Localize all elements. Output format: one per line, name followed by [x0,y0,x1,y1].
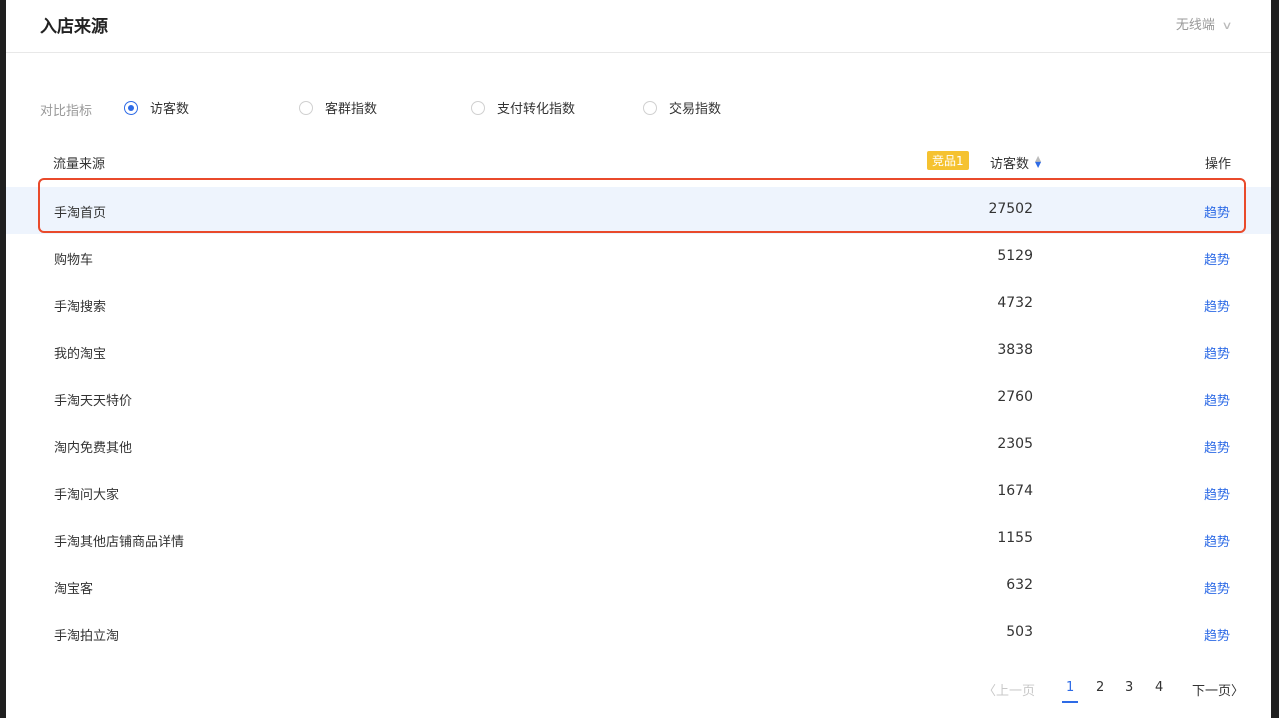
device-select[interactable]: 无线端 ∨ [1175,14,1233,33]
row-source: 手淘首页 [54,206,107,221]
row-visitors: 1674 [997,483,1033,499]
row-visitors: 5129 [997,248,1033,264]
panel-header: 入店来源 无线端 ∨ [6,0,1271,53]
traffic-source-table: 手淘首页 27502 趋势 购物车 5129 趋势 手淘搜索 4732 趋势 我… [6,187,1271,657]
trend-link[interactable]: 趋势 [1204,296,1230,315]
page-3-button[interactable]: 3 [1125,680,1133,695]
table-row: 淘内免费其他 2305 趋势 [6,422,1271,469]
row-source: 我的淘宝 [54,347,107,362]
table-row: 手淘搜索 4732 趋势 [6,281,1271,328]
row-visitors: 27502 [988,201,1033,217]
radio-icon [643,100,657,115]
table-row: 手淘其他店铺商品详情 1155 趋势 [6,516,1271,563]
table-row: 手淘首页 27502 趋势 [6,187,1271,234]
trend-link[interactable]: 趋势 [1204,390,1230,409]
row-visitors: 2305 [997,436,1033,452]
row-source: 手淘天天特价 [54,394,133,409]
metric-option-visitors[interactable]: 访客数 [124,98,189,117]
trend-link[interactable]: 趋势 [1204,625,1230,644]
trend-link[interactable]: 趋势 [1204,578,1230,597]
radio-icon [299,100,313,115]
row-visitors: 503 [1006,624,1033,640]
trend-link[interactable]: 趋势 [1204,343,1230,362]
table-row: 淘宝客 632 趋势 [6,563,1271,610]
trend-link[interactable]: 趋势 [1204,484,1230,503]
competitor-badge: 竞品1 [927,151,969,170]
row-source: 淘内免费其他 [54,441,133,456]
prev-page-button[interactable]: 〈上一页 [983,680,1035,699]
chevron-down-icon: ∨ [1221,19,1233,32]
metric-option-label: 访客数 [150,102,190,117]
device-select-label: 无线端 [1175,18,1215,33]
row-visitors: 4732 [997,295,1033,311]
metric-option-label: 支付转化指数 [497,102,576,117]
table-header: 流量来源 竞品1 访客数 ▲ ▼ 操作 [6,140,1271,180]
row-source: 手淘其他店铺商品详情 [54,535,185,550]
page-2-button[interactable]: 2 [1096,680,1104,695]
radio-icon [471,100,485,115]
row-source: 淘宝客 [54,582,94,597]
row-source: 购物车 [54,253,94,268]
table-row: 购物车 5129 趋势 [6,234,1271,281]
column-header-visitors[interactable]: 访客数 ▲ ▼ [990,153,1041,173]
page-1-button[interactable]: 1 [1061,680,1079,703]
metric-option-label: 交易指数 [669,102,722,117]
row-visitors: 1155 [997,530,1033,546]
sort-icon[interactable]: ▲ ▼ [1035,155,1041,169]
metric-option-conversion-index[interactable]: 支付转化指数 [471,98,575,117]
next-page-button[interactable]: 下一页〉 [1192,680,1244,699]
trend-link[interactable]: 趋势 [1204,202,1230,221]
metric-label: 对比指标 [40,104,93,119]
row-source: 手淘问大家 [54,488,120,503]
pagination: 〈上一页 1 2 3 4 下一页〉 [0,680,1279,703]
table-row: 手淘天天特价 2760 趋势 [6,375,1271,422]
frame-edge-right [1271,0,1279,718]
metric-option-transaction-index[interactable]: 交易指数 [643,98,721,117]
row-visitors: 632 [1006,577,1033,593]
column-header-source: 流量来源 [53,157,106,172]
page-4-button[interactable]: 4 [1155,680,1163,695]
table-row: 手淘拍立淘 503 趋势 [6,610,1271,657]
metric-option-customer-index[interactable]: 客群指数 [299,98,377,117]
table-row: 我的淘宝 3838 趋势 [6,328,1271,375]
column-header-ops: 操作 [1204,157,1231,172]
row-source: 手淘拍立淘 [54,629,120,644]
row-source: 手淘搜索 [54,300,107,315]
column-header-visitors-label: 访客数 [990,157,1030,172]
page-title: 入店来源 [40,17,108,37]
trend-link[interactable]: 趋势 [1204,437,1230,456]
radio-checked-icon [124,100,138,115]
row-visitors: 3838 [997,342,1033,358]
trend-link[interactable]: 趋势 [1204,531,1230,550]
row-visitors: 2760 [997,389,1033,405]
trend-link[interactable]: 趋势 [1204,249,1230,268]
table-row: 手淘问大家 1674 趋势 [6,469,1271,516]
metric-option-label: 客群指数 [325,102,378,117]
